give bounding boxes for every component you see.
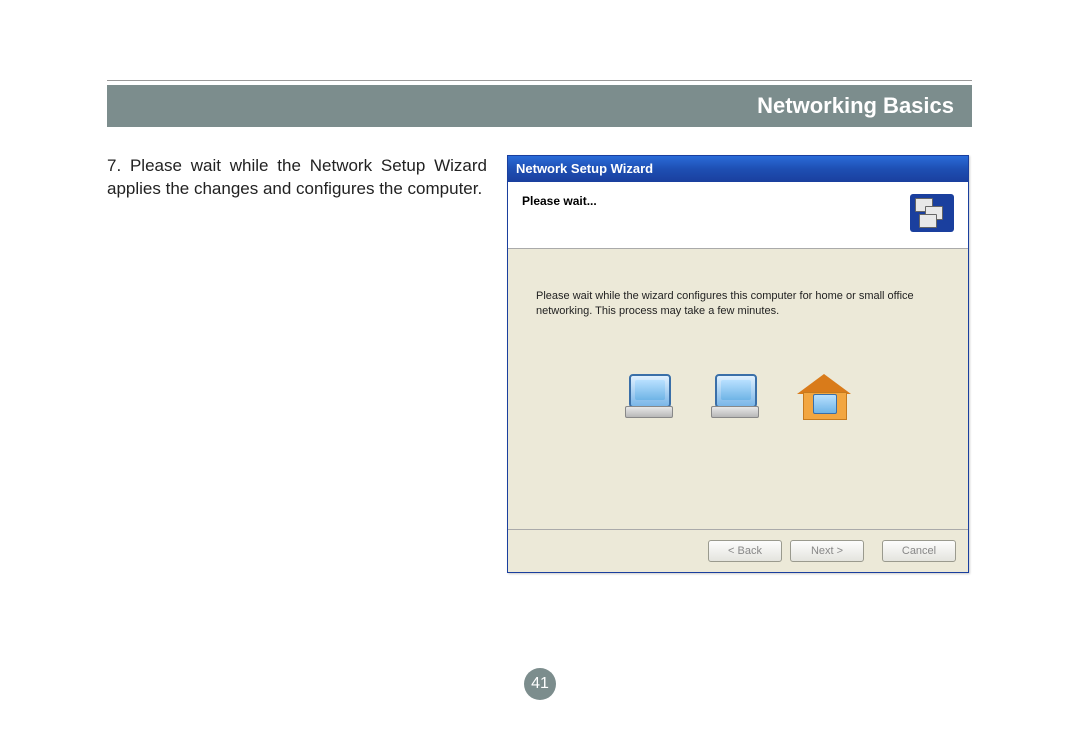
computer-icon	[625, 374, 671, 418]
cancel-button[interactable]: Cancel	[882, 540, 956, 562]
document-page: Networking Basics 7. Please wait while t…	[107, 80, 972, 573]
home-network-icon	[797, 374, 851, 420]
dialog-header-panel: Please wait...	[508, 182, 968, 249]
dialog-body: Please wait while the wizard configures …	[508, 249, 968, 529]
instruction-column: 7. Please wait while the Network Setup W…	[107, 155, 507, 201]
network-computers-icon	[910, 194, 954, 232]
dialog-footer: < Back Next > Cancel	[508, 529, 968, 572]
page-number-value: 41	[531, 675, 549, 693]
instruction-text: 7. Please wait while the Network Setup W…	[107, 155, 487, 201]
section-header-bar: Networking Basics	[107, 85, 972, 127]
dialog-title: Network Setup Wizard	[516, 161, 653, 176]
content-row: 7. Please wait while the Network Setup W…	[107, 155, 972, 573]
dialog-header-text: Please wait...	[522, 194, 597, 208]
next-button[interactable]: Next >	[790, 540, 864, 562]
page-number: 41	[524, 668, 556, 700]
section-title: Networking Basics	[757, 93, 954, 119]
computer-icon	[711, 374, 757, 418]
back-button[interactable]: < Back	[708, 540, 782, 562]
progress-icon-row	[536, 374, 940, 420]
top-divider	[107, 80, 972, 81]
network-setup-wizard-dialog: Network Setup Wizard Please wait... Plea…	[507, 155, 969, 573]
dialog-body-text: Please wait while the wizard configures …	[536, 289, 940, 319]
screenshot-column: Network Setup Wizard Please wait... Plea…	[507, 155, 972, 573]
dialog-titlebar: Network Setup Wizard	[508, 156, 968, 182]
